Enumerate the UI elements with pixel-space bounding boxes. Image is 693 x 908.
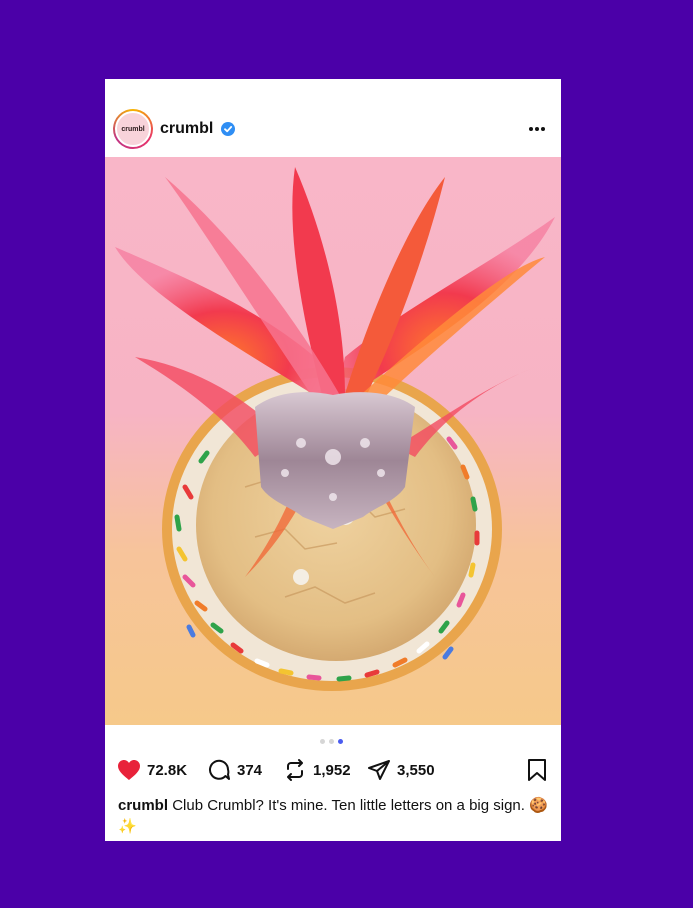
save-button[interactable] xyxy=(527,757,547,783)
heart-icon xyxy=(118,760,140,780)
post-header: crumbl crumbl xyxy=(105,79,561,157)
bookmark-icon xyxy=(528,759,546,781)
cookie-with-feather-crown-image xyxy=(105,157,561,725)
avatar[interactable]: crumbl xyxy=(113,109,153,149)
repost-icon xyxy=(287,759,303,781)
repost-count: 1,952 xyxy=(313,761,351,779)
comment-button[interactable]: 374 xyxy=(207,757,262,783)
caption-text: Club Crumbl? It's mine. Ten little lette… xyxy=(118,797,548,835)
carousel-dot xyxy=(320,739,325,744)
carousel-dot-active xyxy=(338,739,343,744)
like-button[interactable]: 72.8K xyxy=(117,757,187,783)
like-count: 72.8K xyxy=(147,761,188,779)
avatar-logo: crumbl xyxy=(115,111,151,147)
post-card: crumbl crumbl 72.8K 374 1,952 3,550 crum… xyxy=(105,79,561,841)
action-bar: 72.8K 374 1,952 3,550 xyxy=(117,757,547,783)
share-button[interactable]: 3,550 xyxy=(367,757,435,783)
carousel-dot xyxy=(329,739,334,744)
share-count: 3,550 xyxy=(397,761,435,779)
caption-username[interactable]: crumbl xyxy=(118,797,168,814)
post-caption: crumbl Club Crumbl? It's mine. Ten littl… xyxy=(118,795,548,837)
more-options-icon[interactable] xyxy=(525,119,549,139)
send-icon xyxy=(368,760,390,780)
comment-count: 374 xyxy=(237,761,263,779)
carousel-indicator xyxy=(320,739,350,745)
post-image[interactable] xyxy=(105,157,561,805)
verified-badge-icon xyxy=(221,122,235,136)
repost-button[interactable]: 1,952 xyxy=(283,757,351,783)
username[interactable]: crumbl xyxy=(160,120,213,138)
comment-icon xyxy=(209,759,230,780)
